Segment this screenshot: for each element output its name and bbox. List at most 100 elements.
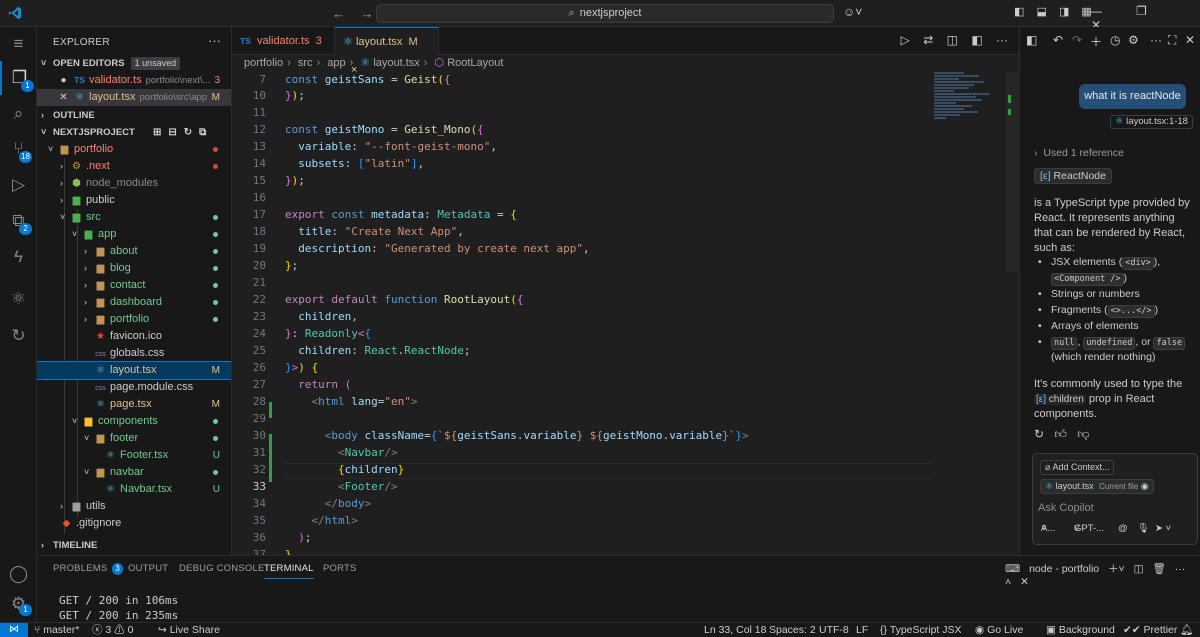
project-header[interactable]: ˅ NEXTJSPROJECT ⊞ ⊟ ↻ ⧉ [37,124,231,141]
explorer-icon[interactable]: ❐ 1 [0,61,37,95]
account-icon[interactable]: ◯ [0,557,37,591]
tree-folder-components[interactable]: ˅ ▆ components [37,413,231,430]
go-live[interactable]: ◉ Go Live [975,623,1023,637]
tree-file-favicon[interactable]: ★ favicon.ico [37,328,231,345]
tree-folder-node-modules[interactable]: › ⬢ node_modules [37,175,231,192]
tab-ports[interactable]: PORTS [323,563,357,574]
tree-folder-portfolio-sub[interactable]: › ▆ portfolio [37,311,231,328]
tree-file-layout-tsx[interactable]: ⚛ layout.tsx M [37,361,231,380]
send-icon[interactable]: ➤ ˅ [1155,523,1171,534]
run-icon[interactable]: ▷ [901,33,910,47]
eye-icon[interactable]: ◉ [1141,481,1149,491]
retry-icon[interactable]: ↻ [1034,427,1044,441]
maximize-icon[interactable]: ⛶ [1168,33,1176,48]
redo-icon[interactable]: ↷ [1072,33,1082,47]
collapse-all-icon[interactable]: ⧉ [199,127,206,138]
open-editors-header[interactable]: ˅ OPEN EDITORS 1 unsaved [37,55,231,72]
source-control-icon[interactable]: ⑂ 18 [0,132,37,166]
menu-icon[interactable]: ≡ [0,27,37,61]
tree-file-gitignore[interactable]: ◆ .gitignore [37,515,231,532]
microphone-icon[interactable]: 🎙︎ [1137,523,1149,534]
remote-indicator-icon[interactable]: ⋈ [0,623,28,637]
thumbs-up-icon[interactable]: 👍︎ [1054,427,1067,441]
tree-folder-about[interactable]: › ▆ about [37,243,231,260]
mention-icon[interactable]: @ [1118,523,1128,534]
tree-folder-utils[interactable]: › ▆ utils [37,498,231,515]
minimap[interactable] [934,72,1004,132]
tree-folder-src[interactable]: ˅ ▆ src [37,209,231,226]
split-terminal-icon[interactable]: ◫ [1134,563,1144,575]
manage-gear-icon[interactable]: ⚙ 1 [0,587,37,621]
toggle-sidebar-icon[interactable]: ◧ [1014,6,1024,18]
refresh-icon[interactable]: ↻ [184,127,192,138]
toggle-panel-icon[interactable]: ⬓ [1036,6,1046,18]
tree-folder-footer[interactable]: ˅ ▆ footer [37,430,231,447]
current-file-chip[interactable]: ⚛ layout.tsx Current file ◉ [1040,479,1154,494]
close-panel-icon[interactable]: ✕ [1020,576,1029,588]
breadcrumb-item[interactable]: RootLayout [447,57,503,69]
open-editor-layout[interactable]: ✕ ⚛ layout.tsx portfolio\src\app M [37,89,231,106]
more-icon[interactable]: ··· [1150,33,1162,47]
model-picker[interactable]: GPT-... ˅ [1074,523,1104,534]
split-editor-icon[interactable]: ◧ [971,33,982,47]
tab-terminal[interactable]: TERMINAL [264,563,314,579]
thunder-client-icon[interactable]: ϟ [0,240,37,274]
tree-folder-portfolio[interactable]: ˅ ▆ portfolio [37,141,231,158]
encoding[interactable]: UTF-8 [819,623,849,637]
command-center-search[interactable]: ⌕ nextjsproject [376,4,834,23]
reactnode-reference-chip[interactable]: [ε] ReactNode [1034,168,1112,184]
background-status[interactable]: ▣ Background [1046,623,1115,637]
breadcrumb-item[interactable]: layout.tsx [373,57,419,69]
prettier-status[interactable]: ✔✔ Prettier [1123,623,1177,637]
terminal-name[interactable]: node - portfolio [1029,563,1099,575]
new-chat-icon[interactable]: ＋ [1090,33,1102,50]
new-folder-icon[interactable]: ⊟ [168,127,176,138]
new-file-icon[interactable]: ⊞ [153,127,161,138]
breadcrumb-item[interactable]: portfolio [244,57,283,69]
reference-chip[interactable]: ⚛ layout.tsx:1-18 [1110,115,1193,129]
tree-folder-public[interactable]: › ▆ public [37,192,231,209]
tree-file-globals-css[interactable]: css globals.css [37,345,231,362]
thumbs-down-icon[interactable]: 👎︎ [1077,427,1089,441]
close-icon[interactable]: ✕ [1185,33,1195,47]
open-editor-validator[interactable]: ● TS validator.ts portfolio\next\... 3 [37,72,231,89]
live-share-status[interactable]: ↪ Live Share [158,623,220,637]
code-editor[interactable]: 7 const geistSans = Geist({ 10}); 11 12 co… [232,72,934,561]
react-icon[interactable]: ⚛ [0,282,37,316]
tab-debug-console[interactable]: DEBUG CONSOLE [179,563,264,574]
ask-copilot-placeholder[interactable]: Ask Copilot [1038,502,1094,514]
toggle-secondary-sidebar-icon[interactable]: ◨ [1059,6,1069,18]
search-view-icon[interactable]: ⌕ [0,97,37,131]
used-references-toggle[interactable]: › Used 1 reference [1034,147,1124,159]
tree-folder-navbar[interactable]: ˅ ▆ navbar [37,464,231,481]
notifications-icon[interactable]: 🔔︎ [1180,623,1193,637]
forward-arrow-icon[interactable]: → [361,6,374,21]
restore-icon[interactable]: ❐ [1120,4,1162,18]
cursor-position[interactable]: Ln 33, Col 18 [704,623,766,637]
extensions-icon[interactable]: ⧉ 2 [0,204,37,238]
more-actions-icon[interactable]: ··· [208,33,221,48]
tab-output[interactable]: OUTPUT [128,563,168,574]
open-changes-icon[interactable]: ◫ [947,33,958,47]
add-context-button[interactable]: ⌀ Add Context... [1040,460,1115,475]
toggle-chat-icon[interactable]: ◧ [1026,33,1037,47]
tree-folder-contact[interactable]: › ▆ contact [37,277,231,294]
kill-terminal-icon[interactable]: 🗑︎ [1152,563,1165,575]
vscode-logo-icon[interactable] [8,6,22,20]
tree-folder-blog[interactable]: › ▆ blog [37,260,231,277]
more-icon[interactable]: ··· [996,33,1008,47]
run-debug-icon[interactable]: ▷ [0,168,37,202]
tree-folder-next[interactable]: › ⚙ .next [37,158,231,175]
problems-status[interactable]: ⓧ 3 ⚠ 0 [92,623,133,637]
tree-file-footer-tsx[interactable]: ⚛ Footer.tsx U [37,447,231,464]
indentation[interactable]: Spaces: 2 [769,623,816,637]
minimize-icon[interactable]: — [1075,4,1117,18]
more-icon[interactable]: ··· [1175,563,1186,575]
tab-layout-tsx[interactable]: ⚛ layout.tsx M × [335,27,439,76]
outline-header[interactable]: › OUTLINE [37,107,231,124]
tab-validator-ts[interactable]: TS validator.ts 3 [232,27,335,55]
end-of-line[interactable]: LF [856,623,868,637]
chat-input-box[interactable]: ⌀ Add Context... ⚛ layout.tsx Current fi… [1032,453,1198,545]
tree-file-navbar-tsx[interactable]: ⚛ Navbar.tsx U [37,481,231,498]
language-mode[interactable]: {} TypeScript JSX [880,623,962,637]
